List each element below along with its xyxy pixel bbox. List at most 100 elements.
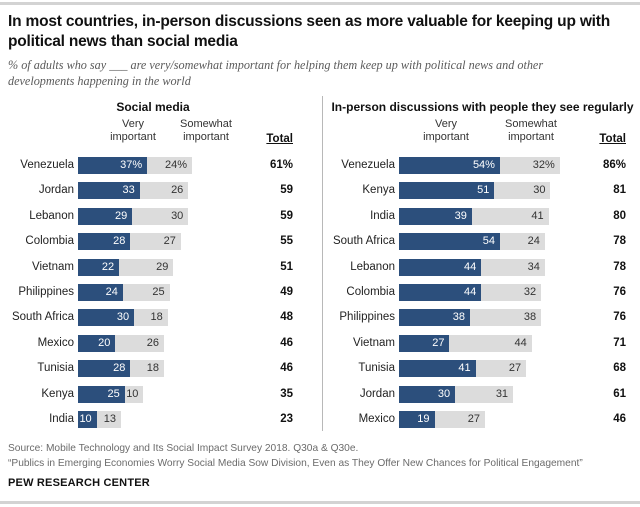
total-value: 80 [613, 209, 626, 222]
panel-title-in-person-discussions: In-person discussions with people they s… [331, 100, 634, 114]
stacked-bar: 41 27 [399, 360, 527, 378]
bar-row: Tunisia 28 18 46 [0, 358, 320, 383]
column-header-total: Total [266, 133, 293, 145]
total-value: 59 [280, 184, 293, 197]
source-note: Source: Mobile Technology and Its Social… [8, 441, 583, 471]
total-value: 51 [280, 260, 293, 273]
total-value: 78 [613, 260, 626, 273]
bar-segment-somewhat-important: 24% [147, 157, 193, 174]
bar-segment-somewhat-important: 27 [434, 410, 485, 428]
country-label: India [370, 209, 395, 222]
bar-segment-somewhat-important: 25 [122, 283, 170, 301]
total-value: 46 [613, 412, 626, 425]
bar-segment-somewhat-important: 27 [130, 233, 181, 251]
country-label: Vietnam [32, 260, 74, 273]
column-header-very-important: Very important [423, 118, 469, 143]
stacked-bar: 19 27 [399, 410, 485, 428]
bar-segment-somewhat-important: 30 [132, 207, 189, 225]
bar-row: Tunisia 41 27 68 [325, 358, 640, 383]
total-value: 81 [613, 184, 626, 197]
bar-segment-somewhat-important: 31 [455, 385, 514, 403]
bar-segment-very-important: 39 [399, 207, 472, 225]
stacked-bar: 29 30 [78, 207, 189, 225]
bar-segment-very-important: 28 [78, 360, 131, 378]
bar-row: Lebanon 29 30 59 [0, 206, 320, 231]
bar-segment-very-important: 27 [399, 334, 450, 352]
country-label: Lebanon [350, 260, 395, 273]
page-title: In most countries, in-person discussions… [8, 13, 611, 50]
bar-row: Colombia 44 32 76 [325, 282, 640, 307]
bar-segment-somewhat-important: 34 [481, 258, 545, 276]
bar-segment-somewhat-important: 13 [96, 410, 121, 428]
bar-segment-somewhat-important: 26 [115, 334, 164, 352]
bar-row: Lebanon 44 34 78 [325, 257, 640, 282]
bar-row: Vietnam 27 44 71 [325, 333, 640, 358]
bar-rows-in-person-discussions: Venezuela 54% 32% 86% Kenya 51 30 81 India 39 41 80… [325, 155, 640, 434]
bar-row: South Africa 30 18 48 [0, 307, 320, 332]
stacked-bar: 25 10 [78, 385, 144, 403]
bar-segment-very-important: 51 [399, 182, 495, 200]
total-value: 71 [613, 336, 626, 349]
total-value: 46 [280, 362, 293, 375]
bar-segment-somewhat-important: 41 [471, 207, 549, 225]
country-label: Colombia [346, 285, 395, 298]
stacked-bar: 27 44 [399, 334, 532, 352]
total-value: 68 [613, 362, 626, 375]
bar-segment-somewhat-important: 24 [499, 233, 545, 251]
stacked-bar: 44 34 [399, 258, 545, 276]
country-label: Jordan [359, 387, 395, 400]
total-value: 46 [280, 336, 293, 349]
total-value: 76 [613, 311, 626, 324]
panel-title-social-media: Social media [116, 100, 190, 114]
country-label: Philippines [18, 285, 74, 298]
bar-segment-very-important: 54 [399, 233, 500, 251]
bar-segment-somewhat-important: 27 [475, 360, 527, 378]
total-value: 86% [602, 159, 626, 171]
bar-segment-somewhat-important: 32 [481, 283, 542, 301]
bar-row: Mexico 19 27 46 [325, 409, 640, 434]
country-label: South Africa [11, 311, 74, 324]
bar-segment-very-important: 38 [399, 309, 471, 327]
bar-row: Kenya 51 30 81 [325, 180, 640, 205]
bar-row: Philippines 38 38 76 [325, 307, 640, 332]
bar-rows-social-media: Venezuela 37% 24% 61% Jordan 33 26 59 Lebanon 29 3… [0, 155, 320, 434]
total-value: 49 [280, 285, 293, 298]
total-value: 61% [269, 159, 293, 171]
country-label: Vietnam [353, 336, 395, 349]
country-label: Venezuela [341, 159, 395, 171]
stacked-bar: 33 26 [78, 182, 189, 200]
stacked-bar: 22 29 [78, 258, 174, 276]
stacked-bar: 24 25 [78, 283, 170, 301]
bar-row: Kenya 25 10 35 [0, 384, 320, 409]
stacked-bar: 37% 24% [78, 157, 193, 174]
bar-row: Venezuela 54% 32% 86% [325, 155, 640, 180]
top-divider [0, 2, 640, 5]
country-label: India [49, 412, 74, 425]
bottom-divider [0, 501, 640, 504]
total-value: 59 [280, 209, 293, 222]
bar-segment-somewhat-important: 32% [499, 157, 560, 174]
bar-segment-very-important: 44 [399, 283, 482, 301]
bar-segment-very-important: 25 [78, 385, 125, 403]
bar-row: Jordan 33 26 59 [0, 180, 320, 205]
bar-segment-very-important: 30 [399, 385, 456, 403]
chart-subtitle: % of adults who say ___ are very/somewha… [8, 58, 544, 88]
stacked-bar: 10 13 [78, 410, 121, 428]
bar-segment-very-important: 41 [399, 360, 476, 378]
country-label: Philippines [339, 311, 395, 324]
bar-segment-somewhat-important: 18 [130, 360, 165, 378]
bar-segment-very-important: 22 [78, 258, 120, 276]
stacked-bar: 28 27 [78, 233, 181, 251]
bar-segment-very-important: 33 [78, 182, 140, 200]
total-value: 35 [280, 387, 293, 400]
bar-segment-very-important: 30 [78, 309, 135, 327]
total-value: 78 [613, 235, 626, 248]
bar-row: Philippines 24 25 49 [0, 282, 320, 307]
bar-segment-somewhat-important: 44 [449, 334, 532, 352]
source-line-2: “Publics in Emerging Economies Worry Soc… [8, 458, 583, 469]
bar-segment-very-important: 10 [78, 410, 97, 428]
bar-segment-very-important: 20 [78, 334, 116, 352]
stacked-bar: 30 31 [399, 385, 514, 403]
chart-panel-in-person-discussions: In-person discussions with people they s… [325, 96, 640, 431]
column-header-somewhat-important: Somewhat important [505, 118, 557, 143]
